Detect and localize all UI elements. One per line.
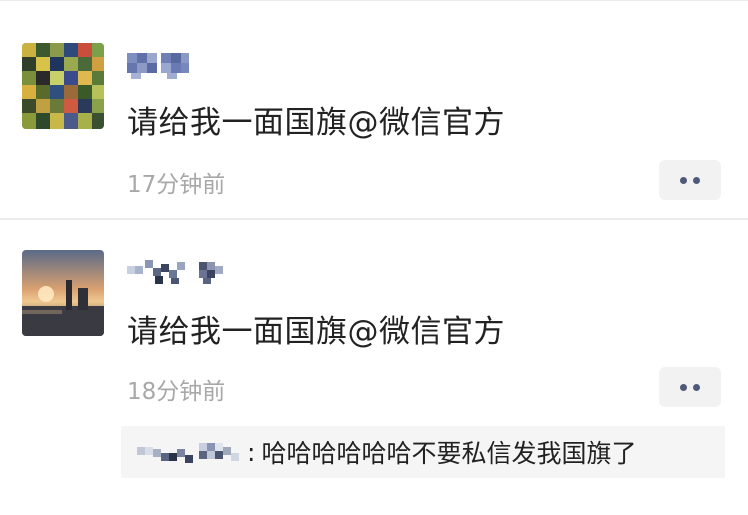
username-pixelated[interactable]: [127, 256, 229, 290]
reply-item[interactable]: : 哈哈哈哈哈哈不要私信发我国旗了: [121, 426, 725, 478]
comment-item: 请给我一面国旗@微信官方 17分钟前: [0, 0, 748, 216]
timestamp: 17分钟前: [127, 172, 226, 198]
more-dots-icon: [677, 383, 703, 391]
avatar[interactable]: [22, 43, 104, 129]
comment-text: 请给我一面国旗@微信官方: [127, 314, 505, 350]
more-button[interactable]: [659, 160, 721, 200]
more-dots-icon: [677, 176, 703, 184]
comment-item: 请给我一面国旗@微信官方 18分钟前: 哈哈哈哈哈哈不要私信发我国旗了: [0, 218, 748, 515]
avatar[interactable]: [22, 250, 104, 336]
reply-text: 哈哈哈哈哈哈不要私信发我国旗了: [261, 439, 637, 468]
username-pixelated[interactable]: [127, 47, 193, 81]
reply-username-pixelated[interactable]: [137, 439, 243, 465]
reply-separator: :: [247, 437, 256, 467]
comment-text: 请给我一面国旗@微信官方: [127, 105, 505, 141]
more-button[interactable]: [659, 367, 721, 407]
timestamp: 18分钟前: [127, 379, 226, 405]
